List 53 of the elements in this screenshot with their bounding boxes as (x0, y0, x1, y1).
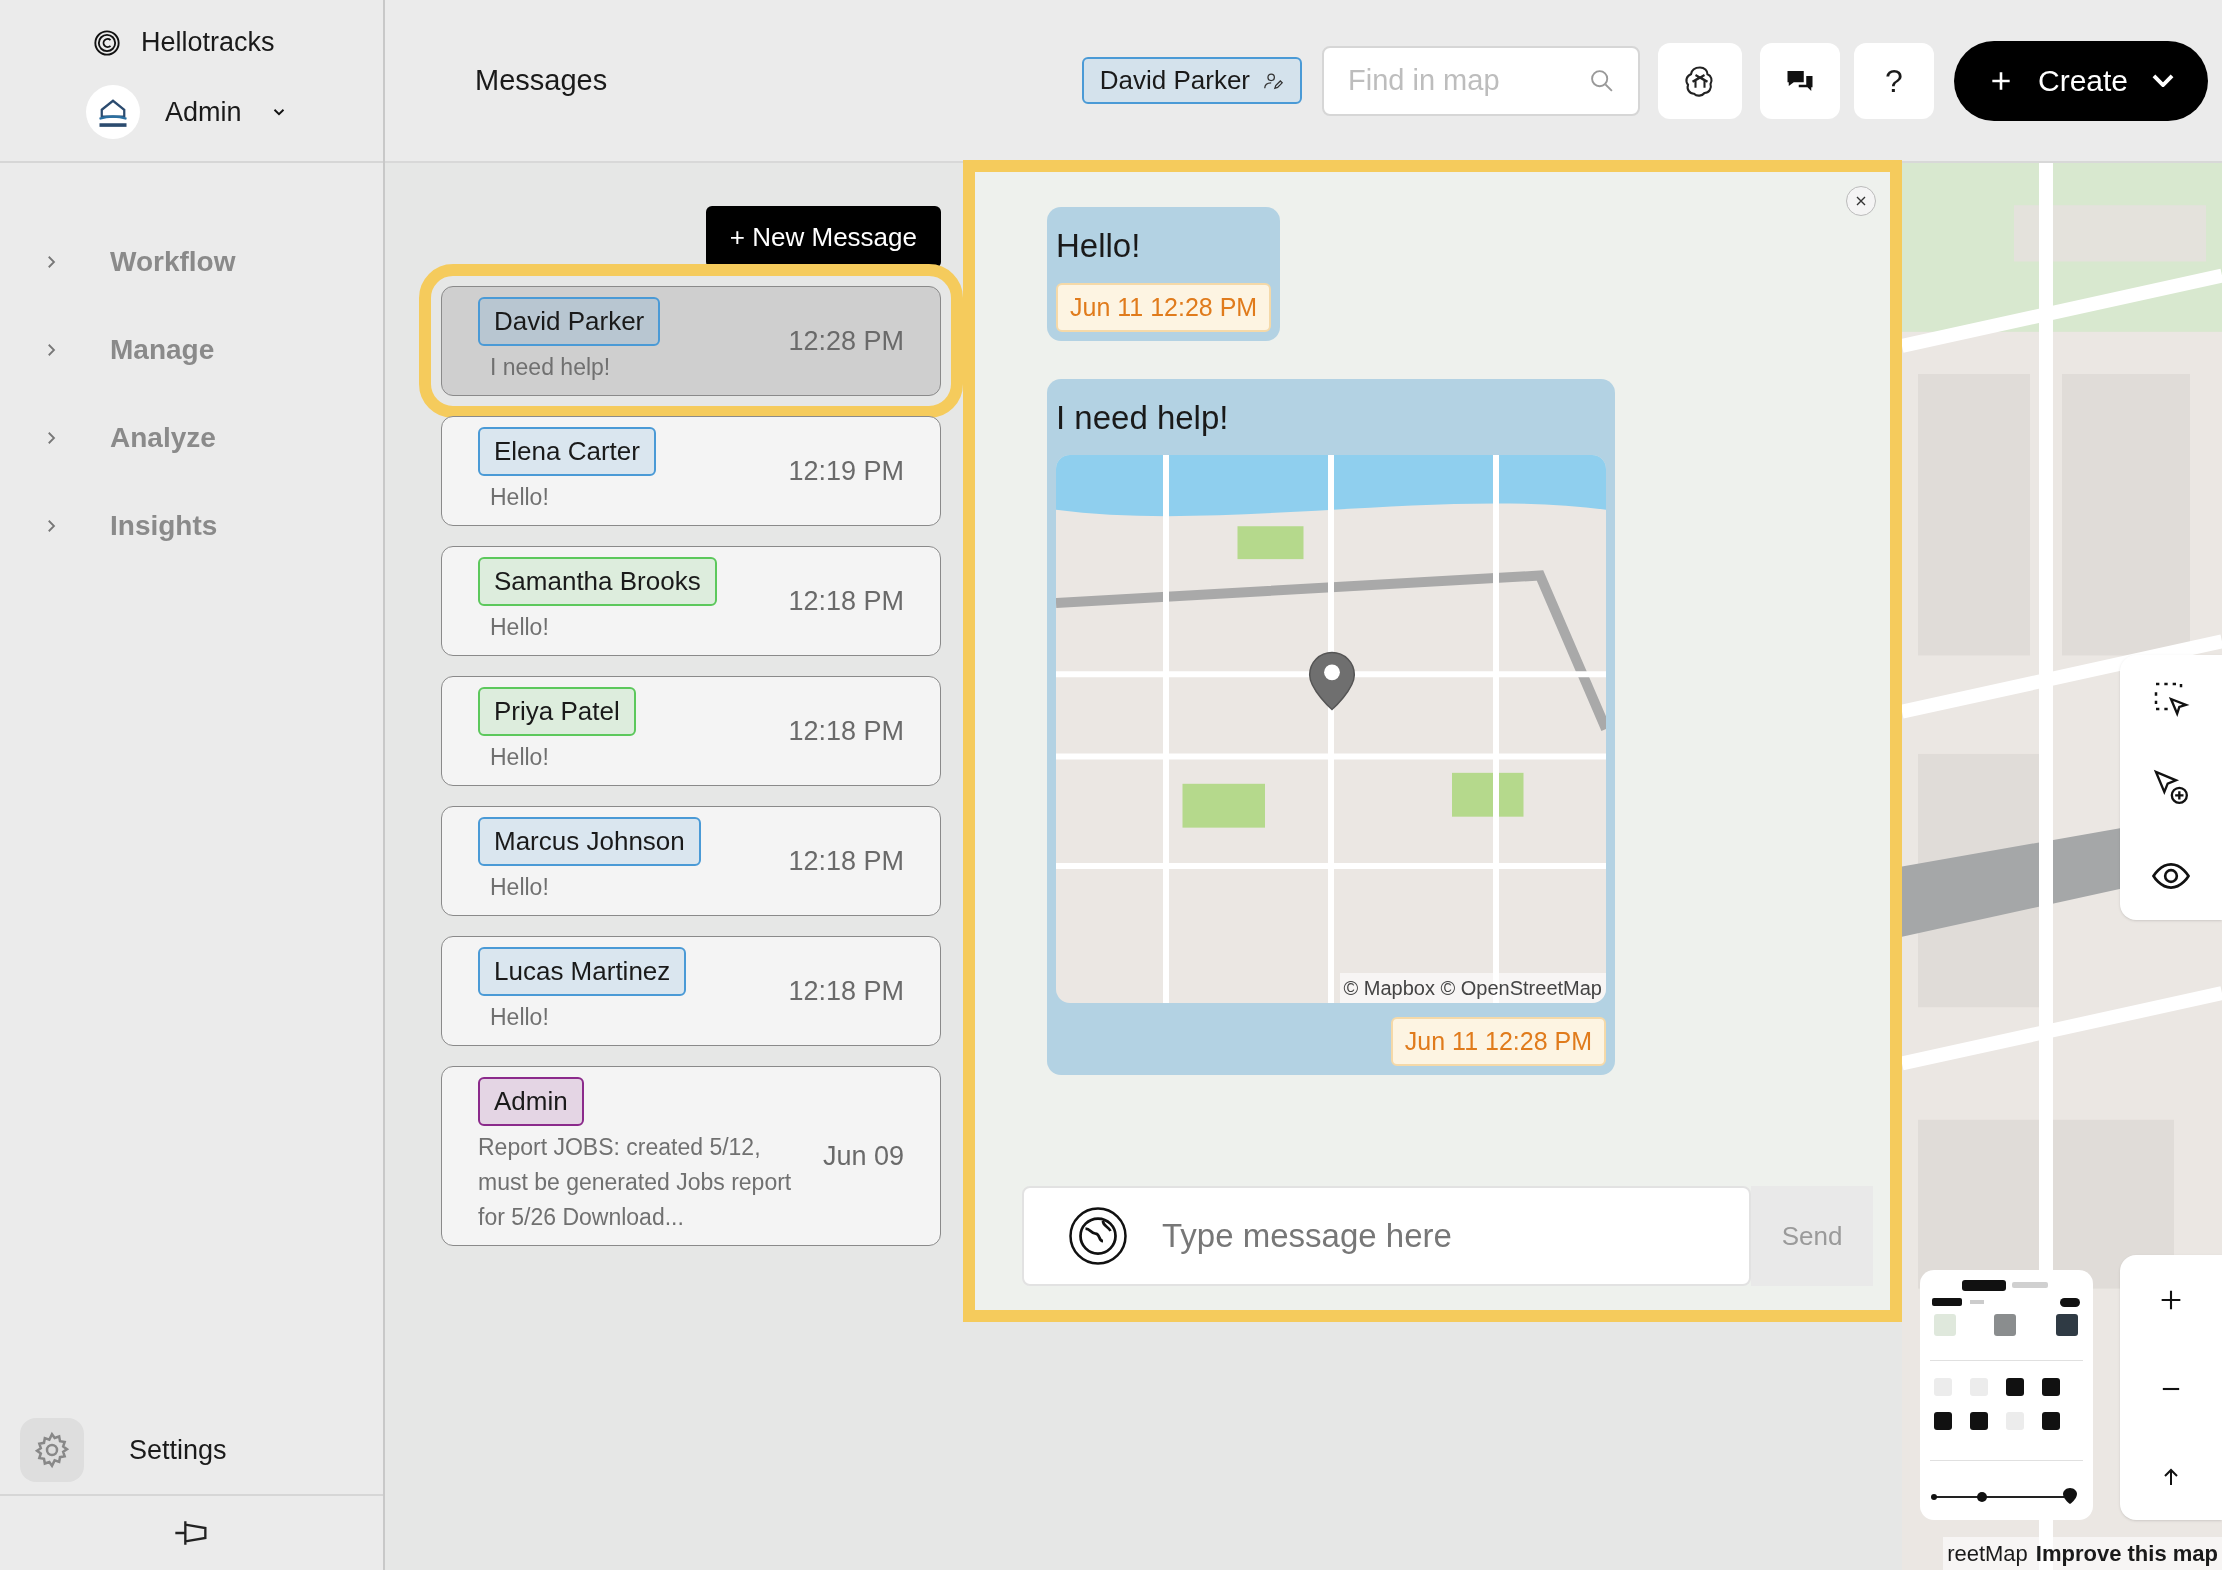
ai-assistant-button[interactable] (1658, 42, 1742, 119)
settings-icon (32, 1430, 72, 1470)
message-time: 12:28 PM (788, 324, 904, 358)
conversation-item[interactable]: Samantha Brooks Hello! 12:18 PM (441, 546, 941, 656)
user-chip[interactable]: David Parker (1081, 57, 1302, 104)
message-time: 12:18 PM (788, 714, 904, 748)
new-message-button[interactable]: + New Message (705, 206, 941, 268)
message-time: 12:19 PM (788, 454, 904, 488)
message-text: I need help! (1056, 398, 1230, 438)
layers-panel-drawing[interactable] (1920, 1270, 2093, 1520)
message-time: Jun 09 (822, 1139, 904, 1173)
message-preview: I need help! (490, 353, 611, 382)
contact-tag: Admin (478, 1077, 584, 1126)
account-name[interactable]: Admin (165, 91, 242, 132)
logo-icon (93, 28, 121, 57)
message-preview: Report JOBS: created 5/12, must be generated Jobs report for 5/26 Download... (478, 1133, 793, 1232)
settings-icon-tile[interactable] (20, 1418, 84, 1482)
message-preview: Hello! (490, 613, 549, 642)
contact-tag: David Parker (478, 297, 661, 346)
message-time: 12:18 PM (788, 974, 904, 1008)
conversation-item[interactable]: Priya Patel Hello! 12:18 PM (441, 676, 941, 786)
brand-name: Hellotracks (141, 26, 275, 60)
page-title: Messages (475, 62, 608, 98)
contact-tag: Priya Patel (478, 687, 636, 736)
conversation-item[interactable]: Admin Report JOBS: created 5/12, must be generated Jobs report for 5/26 Download... Jun 09 (441, 1066, 941, 1246)
timestamp-tag: Jun 11 12:28 PM (1390, 1016, 1606, 1066)
message-preview: Hello! (490, 1003, 549, 1032)
message-time: 12:18 PM (788, 584, 904, 618)
improve-map-link[interactable]: Improve this map (2035, 1537, 2218, 1570)
help-button[interactable]: ? (1854, 42, 1934, 119)
message-text: Hello! (1056, 226, 1142, 266)
conversation-item[interactable]: Marcus Johnson Hello! 12:18 PM (441, 806, 941, 916)
message-time: 12:18 PM (788, 844, 904, 878)
attribution-text: reetMap (1947, 1540, 2028, 1568)
close-button[interactable] (1846, 186, 1876, 216)
conversation-item[interactable]: Elena Carter Hello! 12:19 PM (441, 416, 941, 526)
message-preview: Hello! (490, 873, 549, 902)
contact-tag: Marcus Johnson (478, 817, 701, 866)
search-field[interactable]: Find in map (1322, 45, 1640, 116)
conversation-item[interactable]: Lucas Martinez Hello! 12:18 PM (441, 936, 941, 1046)
message-preview: Hello! (490, 483, 549, 512)
contact-tag: Samantha Brooks (478, 557, 717, 606)
message-input-field[interactable]: Type message here (1022, 1186, 1751, 1286)
contact-tag: Elena Carter (478, 427, 656, 476)
create-button[interactable]: Create (1954, 40, 2208, 121)
map-attribution: © Mapbox © OpenStreetMap (1339, 972, 1606, 1003)
timestamp-tag: Jun 11 12:28 PM (1056, 282, 1272, 332)
contact-tag: Lucas Martinez (478, 947, 687, 996)
chevron-down-icon (2152, 74, 2174, 87)
settings-label[interactable]: Settings (129, 1429, 227, 1471)
message-preview: Hello! (490, 743, 549, 772)
company-avatar[interactable] (86, 84, 140, 139)
chat-button[interactable] (1760, 42, 1840, 119)
